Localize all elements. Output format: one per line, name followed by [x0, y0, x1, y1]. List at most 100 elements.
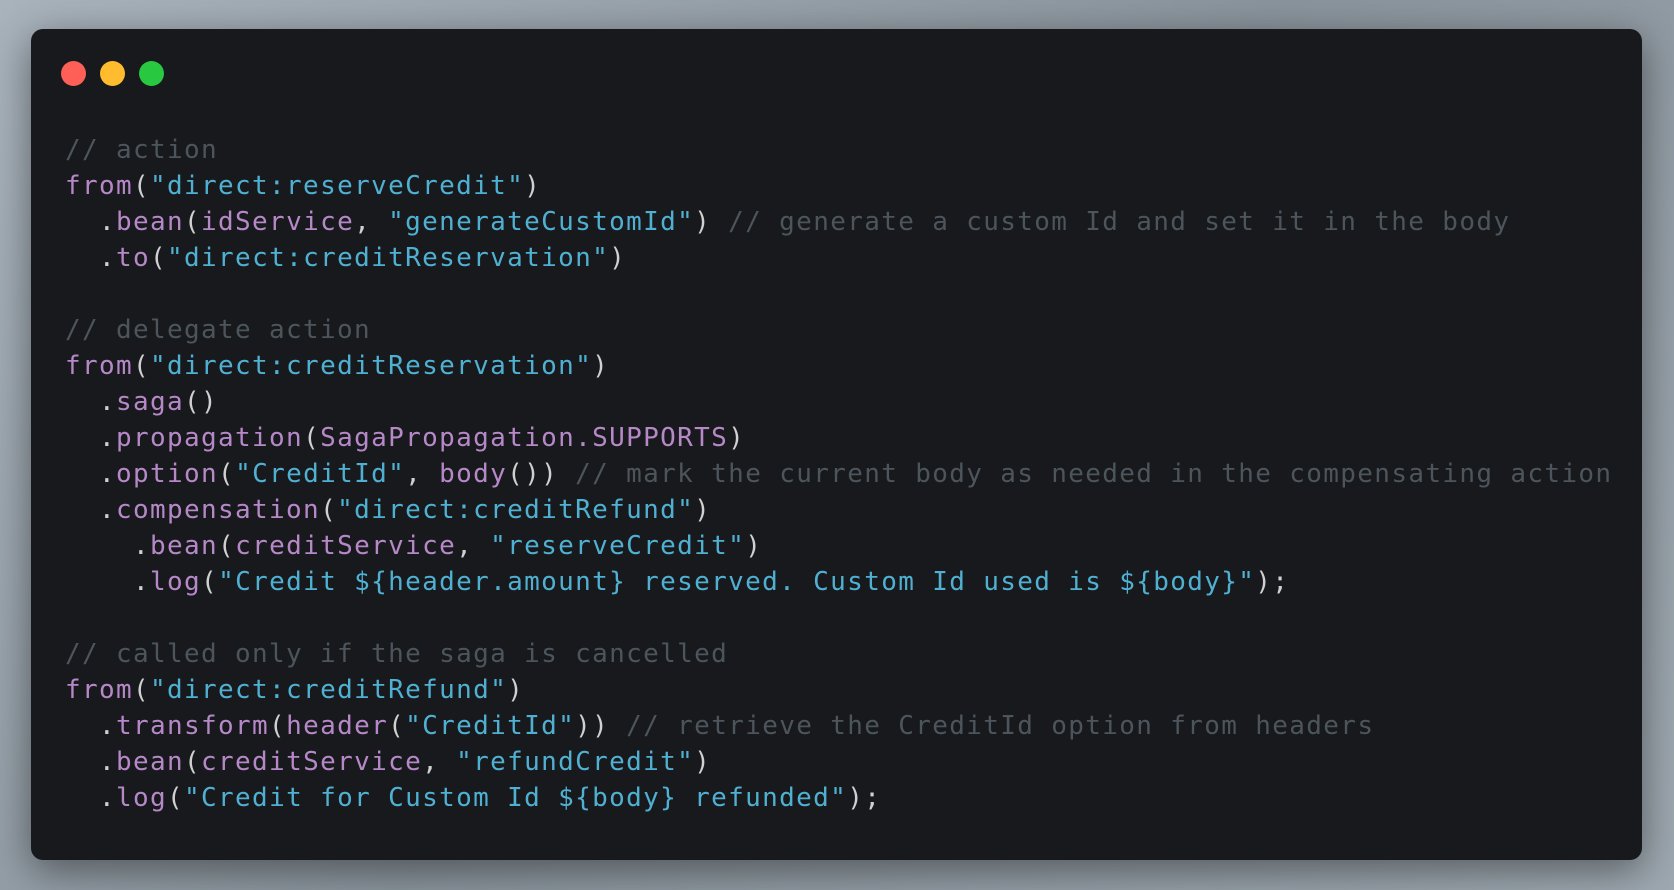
code-punctuation: .	[65, 207, 117, 237]
code-punctuation: (	[201, 567, 219, 597]
code-punctuation: (	[388, 711, 406, 741]
code-identifier: propagation	[116, 423, 304, 453]
code-identifier: to	[116, 243, 151, 273]
code-string: "Credit ${header.amount} reserved. Custo…	[218, 567, 1256, 597]
code-punctuation: .	[65, 783, 117, 813]
code-punctuation: )	[592, 351, 610, 381]
code-line: // delegate action	[65, 312, 1612, 348]
code-punctuation: (	[150, 243, 168, 273]
code-identifier: transform	[116, 711, 270, 741]
code-line: .transform(header("CreditId")) // retrie…	[65, 708, 1612, 744]
code-string: "direct:creditRefund"	[150, 675, 508, 705]
code-line: from("direct:creditReservation")	[65, 348, 1612, 384]
code-punctuation: (	[133, 351, 151, 381]
code-line: .to("direct:creditReservation")	[65, 240, 1612, 276]
code-punctuation: (	[218, 459, 236, 489]
code-punctuation: ,	[405, 459, 440, 489]
code-line: .saga()	[65, 384, 1612, 420]
code-punctuation: )	[694, 207, 729, 237]
code-punctuation: .	[65, 711, 117, 741]
code-line: // action	[65, 132, 1612, 168]
code-punctuation: (	[269, 711, 287, 741]
code-identifier: option	[116, 459, 219, 489]
code-comment: // retrieve the CreditId option from hea…	[626, 711, 1375, 741]
code-punctuation: ,	[422, 747, 457, 777]
minimize-button[interactable]	[100, 61, 125, 86]
code-identifier: bean	[116, 207, 185, 237]
code-punctuation: ()	[184, 387, 219, 417]
code-identifier: bean	[116, 747, 185, 777]
code-punctuation: .	[65, 243, 117, 273]
code-punctuation: )	[694, 495, 712, 525]
code-punctuation: ())	[507, 459, 576, 489]
code-string: "generateCustomId"	[388, 207, 695, 237]
code-string: "reserveCredit"	[490, 531, 746, 561]
close-button[interactable]	[61, 61, 86, 86]
code-punctuation: (	[167, 783, 185, 813]
code-punctuation: (	[218, 531, 236, 561]
code-string: "CreditId"	[405, 711, 576, 741]
code-line: .log("Credit ${header.amount} reserved. …	[65, 564, 1612, 600]
code-window: // action from("direct:reserveCredit") .b…	[31, 29, 1642, 860]
code-identifier: header	[286, 711, 389, 741]
code-punctuation: (	[133, 171, 151, 201]
code-line: .compensation("direct:creditRefund")	[65, 492, 1612, 528]
code-identifier: SagaPropagation.SUPPORTS	[320, 423, 729, 453]
code-string: "direct:reserveCredit"	[150, 171, 525, 201]
code-identifier: log	[116, 783, 168, 813]
code-line: .bean(creditService, "refundCredit")	[65, 744, 1612, 780]
code-comment: // called only if the saga is cancelled	[65, 639, 729, 669]
code-string: "Credit for Custom Id ${body} refunded"	[184, 783, 848, 813]
code-identifier: creditService	[235, 531, 457, 561]
code-punctuation: (	[184, 207, 202, 237]
code-line: .log("Credit for Custom Id ${body} refun…	[65, 780, 1612, 816]
code-comment: // action	[65, 135, 219, 165]
code-punctuation: .	[65, 387, 117, 417]
code-comment: // delegate action	[65, 315, 372, 345]
code-block: // action from("direct:reserveCredit") .b…	[65, 132, 1612, 816]
code-identifier: compensation	[116, 495, 321, 525]
code-string: "direct:creditReservation"	[150, 351, 593, 381]
code-line: from("direct:reserveCredit")	[65, 168, 1612, 204]
code-punctuation: )	[745, 531, 763, 561]
code-punctuation: )	[609, 243, 627, 273]
code-line: .propagation(SagaPropagation.SUPPORTS)	[65, 420, 1612, 456]
code-string: "refundCredit"	[456, 747, 695, 777]
code-punctuation: (	[320, 495, 338, 525]
code-identifier: from	[65, 171, 134, 201]
code-comment: // generate a custom Id and set it in th…	[728, 207, 1511, 237]
code-punctuation: (	[303, 423, 321, 453]
code-punctuation: .	[65, 567, 151, 597]
code-punctuation: );	[1255, 567, 1290, 597]
code-identifier: saga	[116, 387, 185, 417]
code-comment: // mark the current body as needed in th…	[575, 459, 1613, 489]
maximize-button[interactable]	[139, 61, 164, 86]
code-line: .bean(creditService, "reserveCredit")	[65, 528, 1612, 564]
code-punctuation: (	[184, 747, 202, 777]
code-punctuation: )	[694, 747, 712, 777]
code-punctuation: )	[728, 423, 746, 453]
code-identifier: creditService	[201, 747, 423, 777]
code-string: "direct:creditReservation"	[167, 243, 610, 273]
code-string: "CreditId"	[235, 459, 406, 489]
code-identifier: bean	[150, 531, 219, 561]
code-identifier: body	[439, 459, 508, 489]
code-string: "direct:creditRefund"	[337, 495, 695, 525]
code-identifier: from	[65, 351, 134, 381]
code-line: .bean(idService, "generateCustomId") // …	[65, 204, 1612, 240]
code-punctuation: )	[524, 171, 542, 201]
code-identifier: from	[65, 675, 134, 705]
code-punctuation: (	[133, 675, 151, 705]
code-line: .option("CreditId", body()) // mark the …	[65, 456, 1612, 492]
code-punctuation: ,	[354, 207, 389, 237]
code-identifier: log	[150, 567, 202, 597]
code-line: from("direct:creditRefund")	[65, 672, 1612, 708]
code-punctuation: .	[65, 531, 151, 561]
code-punctuation: );	[847, 783, 882, 813]
code-line: // called only if the saga is cancelled	[65, 636, 1612, 672]
code-punctuation: .	[65, 459, 117, 489]
code-identifier: idService	[201, 207, 355, 237]
code-punctuation: )	[507, 675, 525, 705]
